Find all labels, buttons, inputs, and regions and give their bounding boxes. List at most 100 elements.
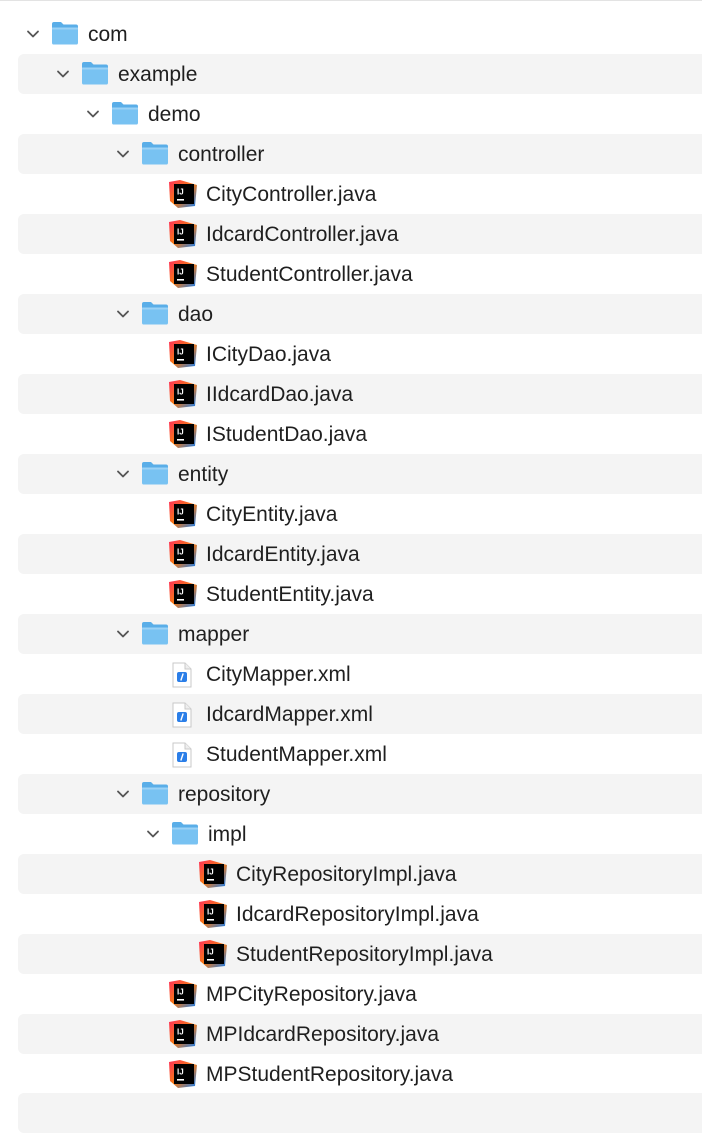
- tree-row-mpcityrepository-java[interactable]: IJ MPCityRepository.java: [18, 974, 702, 1014]
- tree-item-label: example: [118, 63, 198, 86]
- tree-item-label: IdcardController.java: [206, 223, 399, 246]
- intellij-java-file-icon: IJ: [168, 539, 198, 569]
- tree-item-label: ICityDao.java: [206, 343, 331, 366]
- intellij-java-file-icon: IJ: [198, 939, 228, 969]
- tree-item-label: IdcardMapper.xml: [206, 703, 373, 726]
- intellij-java-file-icon: IJ: [168, 419, 198, 449]
- intellij-java-file-icon: IJ: [168, 219, 198, 249]
- chevron-down-icon[interactable]: [86, 107, 100, 121]
- intellij-java-file-icon: IJ: [198, 859, 228, 889]
- tree-row-cityrepositoryimpl-java[interactable]: IJ CityRepositoryImpl.java: [18, 854, 702, 894]
- tree-row-impl[interactable]: impl: [18, 814, 702, 854]
- tree-row-mpidcardrepository-java[interactable]: IJ MPIdcardRepository.java: [18, 1014, 702, 1054]
- folder-icon: [50, 19, 80, 47]
- tree-row-istudentdao-java[interactable]: IJ IStudentDao.java: [18, 414, 702, 454]
- svg-text:IJ: IJ: [177, 1068, 184, 1077]
- tree-row-dao[interactable]: dao: [18, 294, 702, 334]
- folder-icon: [140, 779, 170, 807]
- tree-row-iidcarddao-java[interactable]: IJ IIdcardDao.java: [18, 374, 702, 414]
- tree-row-citycontroller-java[interactable]: IJ CityController.java: [18, 174, 702, 214]
- svg-text:IJ: IJ: [177, 388, 184, 397]
- xml-file-icon: [172, 662, 192, 688]
- svg-text:IJ: IJ: [177, 428, 184, 437]
- folder-icon: [80, 59, 110, 87]
- tree-row-idcardentity-java[interactable]: IJ IdcardEntity.java: [18, 534, 702, 574]
- svg-text:IJ: IJ: [177, 348, 184, 357]
- svg-text:IJ: IJ: [177, 268, 184, 277]
- folder-icon: [140, 299, 170, 327]
- tree-item-label: entity: [178, 463, 229, 486]
- tree-row-repository[interactable]: repository: [18, 774, 702, 814]
- chevron-down-icon[interactable]: [116, 627, 130, 641]
- tree-row-studentcontroller-java[interactable]: IJ StudentController.java: [18, 254, 702, 294]
- chevron-down-icon[interactable]: [116, 147, 130, 161]
- svg-text:IJ: IJ: [177, 188, 184, 197]
- tree-row-idcardcontroller-java[interactable]: IJ IdcardController.java: [18, 214, 702, 254]
- chevron-down-icon[interactable]: [116, 307, 130, 321]
- tree-item-label: CityEntity.java: [206, 503, 338, 526]
- tree-item-label: demo: [148, 103, 201, 126]
- svg-text:IJ: IJ: [177, 1028, 184, 1037]
- chevron-down-icon[interactable]: [56, 67, 70, 81]
- intellij-java-file-icon: IJ: [168, 979, 198, 1009]
- tree-item-label: StudentController.java: [206, 263, 413, 286]
- tree-row-cityentity-java[interactable]: IJ CityEntity.java: [18, 494, 702, 534]
- folder-icon: [170, 819, 200, 847]
- tree-item-label: MPIdcardRepository.java: [206, 1023, 440, 1046]
- tree-row-idcardmapper-xml[interactable]: IdcardMapper.xml: [18, 694, 702, 734]
- tree-item-label: dao: [178, 303, 214, 326]
- tree-row-entity[interactable]: entity: [18, 454, 702, 494]
- tree-row-mapper[interactable]: mapper: [18, 614, 702, 654]
- intellij-java-file-icon: IJ: [168, 259, 198, 289]
- folder-icon: [110, 99, 140, 127]
- intellij-java-file-icon: IJ: [168, 339, 198, 369]
- intellij-java-file-icon: IJ: [168, 1019, 198, 1049]
- intellij-java-file-icon: IJ: [168, 1059, 198, 1089]
- xml-file-icon: [172, 702, 192, 728]
- xml-file-icon: [172, 742, 192, 768]
- svg-text:IJ: IJ: [207, 908, 214, 917]
- tree-item-label: StudentMapper.xml: [206, 743, 387, 766]
- tree-row-studentmapper-xml[interactable]: StudentMapper.xml: [18, 734, 702, 774]
- tree-item-label: CityMapper.xml: [206, 663, 351, 686]
- tree-item-label: mapper: [178, 623, 250, 646]
- tree-row-studententity-java[interactable]: IJ StudentEntity.java: [18, 574, 702, 614]
- tree-item-label: MPStudentRepository.java: [206, 1063, 454, 1086]
- chevron-down-icon[interactable]: [116, 467, 130, 481]
- chevron-down-icon[interactable]: [146, 827, 160, 841]
- svg-text:IJ: IJ: [177, 228, 184, 237]
- chevron-down-icon[interactable]: [26, 27, 40, 41]
- tree-item-label: MPCityRepository.java: [206, 983, 417, 1006]
- tree-item-label: CityRepositoryImpl.java: [236, 863, 457, 886]
- tree-item-label: IdcardEntity.java: [206, 543, 360, 566]
- tree-row-example[interactable]: example: [18, 54, 702, 94]
- tree-row-idcardrepositoryimpl-java[interactable]: IJ IdcardRepositoryImpl.java: [18, 894, 702, 934]
- svg-text:IJ: IJ: [207, 868, 214, 877]
- intellij-java-file-icon: IJ: [198, 899, 228, 929]
- svg-text:IJ: IJ: [177, 988, 184, 997]
- tree-item-label: StudentRepositoryImpl.java: [236, 943, 493, 966]
- empty-row: [18, 1093, 702, 1133]
- tree-item-label: IStudentDao.java: [206, 423, 368, 446]
- tree-row-demo[interactable]: demo: [18, 94, 702, 134]
- chevron-down-icon[interactable]: [116, 787, 130, 801]
- tree-row-citymapper-xml[interactable]: CityMapper.xml: [18, 654, 702, 694]
- tree-row-mpstudentrepository-java[interactable]: IJ MPStudentRepository.java: [18, 1054, 702, 1094]
- tree-item-label: repository: [178, 783, 271, 806]
- file-tree: com example demo controller IJ CityController…: [0, 0, 702, 1128]
- tree-item-label: StudentEntity.java: [206, 583, 374, 606]
- tree-item-label: impl: [208, 823, 247, 846]
- tree-row-controller[interactable]: controller: [18, 134, 702, 174]
- tree-row-com[interactable]: com: [18, 14, 702, 54]
- tree-item-label: controller: [178, 143, 265, 166]
- folder-icon: [140, 459, 170, 487]
- tree-item-label: IIdcardDao.java: [206, 383, 354, 406]
- svg-text:IJ: IJ: [177, 548, 184, 557]
- tree-item-label: CityController.java: [206, 183, 377, 206]
- intellij-java-file-icon: IJ: [168, 379, 198, 409]
- tree-item-label: com: [88, 23, 128, 46]
- tree-row-studentrepositoryimpl-java[interactable]: IJ StudentRepositoryImpl.java: [18, 934, 702, 974]
- folder-icon: [140, 619, 170, 647]
- intellij-java-file-icon: IJ: [168, 179, 198, 209]
- tree-row-icitydao-java[interactable]: IJ ICityDao.java: [18, 334, 702, 374]
